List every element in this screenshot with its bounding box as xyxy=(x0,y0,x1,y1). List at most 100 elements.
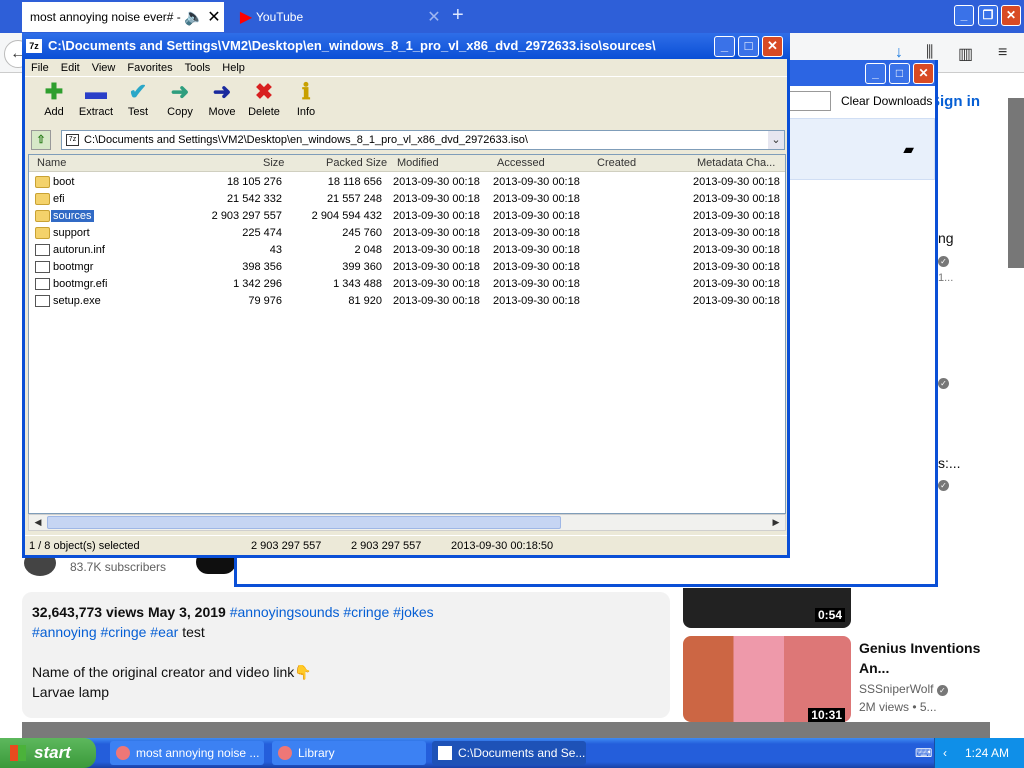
file-accessed: 2013-09-30 00:18 xyxy=(493,244,580,256)
menu-tools[interactable]: Tools xyxy=(185,62,211,74)
close-button[interactable]: ✕ xyxy=(1001,5,1021,26)
file-row[interactable]: boot 18 105 276 18 118 656 2013-09-30 00:18… xyxy=(29,174,785,191)
copy-button[interactable]: ➜ Copy xyxy=(159,78,201,126)
close-button[interactable]: ✕ xyxy=(913,63,934,84)
window-title[interactable]: 7z C:\Documents and Settings\VM2\Desktop… xyxy=(22,33,790,59)
up-folder-button[interactable]: ⇧ xyxy=(31,130,51,150)
menu-favorites[interactable]: Favorites xyxy=(127,62,172,74)
info-button[interactable]: ℹ Info xyxy=(285,78,327,126)
system-tray: ⌨ ‹ 1:24 AM xyxy=(915,738,1024,768)
horizontal-scrollbar[interactable]: ◀ ▶ xyxy=(28,514,786,531)
close-button[interactable]: ✕ xyxy=(762,36,783,57)
minimize-button[interactable]: _ xyxy=(865,63,886,84)
menu-file[interactable]: File xyxy=(31,62,49,74)
hashtags[interactable]: #annoyingsounds #cringe #jokes xyxy=(230,604,434,620)
side-video-title[interactable]: s:... xyxy=(938,455,961,471)
menu-icon[interactable]: ≡ xyxy=(998,44,1007,62)
folder-icon xyxy=(35,227,50,239)
keyboard-icon[interactable]: ⌨ xyxy=(915,738,932,768)
new-tab-button[interactable]: + xyxy=(452,4,464,27)
file-size: 2 903 297 557 xyxy=(211,210,282,222)
status-bar: 1 / 8 object(s) selected 2 903 297 557 2… xyxy=(25,535,787,555)
file-metadata-changed: 2013-09-30 00:18 xyxy=(693,244,780,256)
video-thumbnail[interactable]: 0:54 xyxy=(683,588,851,628)
column-packed-size[interactable]: Packed Size xyxy=(326,157,387,169)
taskbar-button-browser[interactable]: most annoying noise ... xyxy=(110,741,264,765)
subscriber-count: 83.7K subscribers xyxy=(70,560,167,574)
menu-edit[interactable]: Edit xyxy=(61,62,80,74)
description-text: Larvae lamp xyxy=(32,684,110,700)
file-row[interactable]: efi 21 542 332 21 557 248 2013-09-30 00:18 2… xyxy=(29,191,785,208)
sidebar-icon[interactable]: ▥ xyxy=(958,44,973,64)
column-name[interactable]: Name xyxy=(37,157,66,169)
file-list[interactable]: Name Size Packed Size Modified Accessed … xyxy=(28,154,786,514)
file-row[interactable]: support 225 474 245 760 2013-09-30 00:18 201… xyxy=(29,225,785,242)
delete-button[interactable]: ✖ Delete xyxy=(243,78,285,126)
maximize-button[interactable]: ❐ xyxy=(978,5,998,26)
file-row[interactable]: setup.exe 79 976 81 920 2013-09-30 00:18 201… xyxy=(29,293,785,310)
menu-help[interactable]: Help xyxy=(222,62,245,74)
file-icon xyxy=(35,295,50,307)
file-row[interactable]: bootmgr 398 356 399 360 2013-09-30 00:18 201… xyxy=(29,259,785,276)
clear-downloads-button[interactable]: Clear Downloads xyxy=(841,94,932,108)
sevenzip-window[interactable]: 7z C:\Documents and Settings\VM2\Desktop… xyxy=(22,33,790,558)
video-description[interactable]: 32,643,773 views May 3, 2019 #annoyingso… xyxy=(22,592,670,718)
video-thumbnail[interactable]: 10:31 xyxy=(683,636,851,722)
minimize-button[interactable]: _ xyxy=(714,36,735,57)
taskbar-button-library[interactable]: Library xyxy=(272,741,426,765)
file-packed-size: 2 904 594 432 xyxy=(311,210,382,222)
test-button[interactable]: ✔ Test xyxy=(117,78,159,126)
file-row[interactable]: bootmgr.efi 1 342 296 1 343 488 2013-09-30 … xyxy=(29,276,785,293)
close-icon[interactable]: ✕ xyxy=(204,7,224,27)
folder-icon[interactable]: ▰ xyxy=(903,141,914,158)
menu-view[interactable]: View xyxy=(92,62,116,74)
search-input[interactable] xyxy=(787,91,831,111)
maximize-button[interactable]: □ xyxy=(738,36,759,57)
side-video-meta: 1... xyxy=(938,272,954,284)
channel-name[interactable]: SSSniperWolf ✓ xyxy=(859,682,948,696)
speaker-icon[interactable]: 🔈 xyxy=(184,7,204,27)
move-button[interactable]: ➜ Move xyxy=(201,78,243,126)
tray-arrow-icon[interactable]: ‹ xyxy=(943,738,947,768)
file-metadata-changed: 2013-09-30 00:18 xyxy=(693,227,780,239)
download-item[interactable]: ▰ xyxy=(787,118,935,180)
column-modified[interactable]: Modified xyxy=(397,157,439,169)
verified-icon: ✓ xyxy=(938,378,949,389)
column-accessed[interactable]: Accessed xyxy=(497,157,545,169)
file-packed-size: 81 920 xyxy=(348,295,382,307)
file-metadata-changed: 2013-09-30 00:18 xyxy=(693,295,780,307)
video-meta: 2M views • 5... xyxy=(859,700,937,714)
file-row[interactable]: sources 2 903 297 557 2 904 594 432 2013-09… xyxy=(29,208,785,225)
maximize-button[interactable]: □ xyxy=(889,63,910,84)
toolbar-label: Move xyxy=(208,106,236,118)
minimize-button[interactable]: _ xyxy=(954,5,974,26)
column-metadata-changed[interactable]: Metadata Cha... xyxy=(697,157,775,169)
add-button[interactable]: ✚ Add xyxy=(33,78,75,126)
firefox-icon xyxy=(116,746,130,760)
scrollbar-thumb[interactable] xyxy=(47,516,561,529)
tab-youtube-video[interactable]: most annoying noise ever# - Y 🔈 ✕ xyxy=(22,2,224,32)
file-row[interactable]: autorun.inf 43 2 048 2013-09-30 00:18 2013-0… xyxy=(29,242,785,259)
scrollbar[interactable] xyxy=(1008,98,1024,268)
start-label: start xyxy=(34,743,71,762)
taskbar-button-sevenzip[interactable]: C:\Documents and Se... xyxy=(432,741,586,765)
side-video-title[interactable]: ng xyxy=(938,230,954,246)
video-title[interactable]: Genius Inventions An... xyxy=(859,638,1009,678)
hashtags[interactable]: #annoying #cringe #ear xyxy=(32,624,178,640)
path-input[interactable]: 7z C:\Documents and Settings\VM2\Desktop… xyxy=(61,130,785,150)
chevron-down-icon[interactable]: ⌄ xyxy=(768,131,784,149)
column-size[interactable]: Size xyxy=(263,157,284,169)
file-modified: 2013-09-30 00:18 xyxy=(393,210,480,222)
view-stats: 32,643,773 views May 3, 2019 xyxy=(32,604,226,620)
scroll-left-icon[interactable]: ◀ xyxy=(31,516,45,529)
file-packed-size: 2 048 xyxy=(354,244,382,256)
tab-youtube[interactable]: ▶ YouTube ✕ xyxy=(230,2,444,32)
file-icon xyxy=(35,244,50,256)
extract-button[interactable]: ▬ Extract xyxy=(75,78,117,126)
scroll-right-icon[interactable]: ▶ xyxy=(769,516,783,529)
close-icon[interactable]: ✕ xyxy=(424,7,444,27)
column-created[interactable]: Created xyxy=(597,157,636,169)
file-size: 398 356 xyxy=(242,261,282,273)
file-modified: 2013-09-30 00:18 xyxy=(393,278,480,290)
start-button[interactable]: start xyxy=(0,738,96,768)
